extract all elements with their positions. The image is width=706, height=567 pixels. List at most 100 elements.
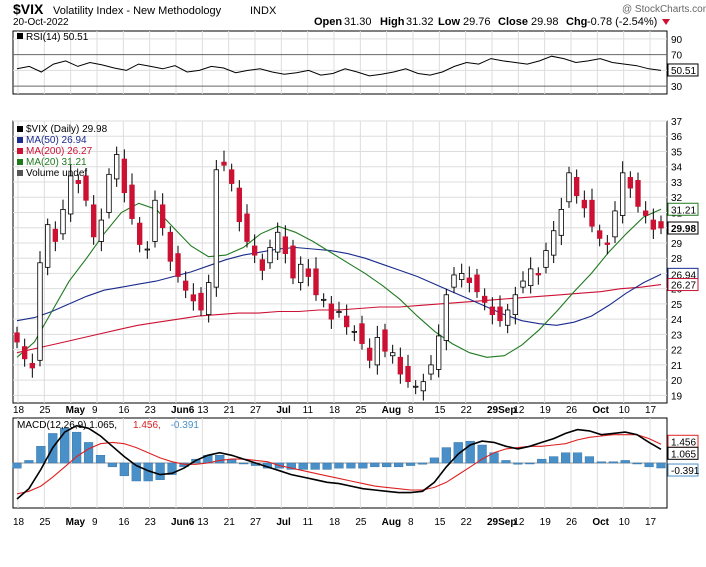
macd-tag-label: -0.391 [671,466,700,477]
macd-hist-bar [382,462,392,468]
candle-body [535,273,542,276]
macd-hist-bar [60,428,70,464]
candle-body [29,362,36,369]
macd-hist-bar [83,442,94,464]
x-tick-label: 11 [303,517,314,528]
candle-body [136,222,143,245]
candle-body [37,262,43,361]
price-frame [12,120,668,404]
price-legend-swatch [17,159,23,165]
x-tick-label: 11 [303,405,314,416]
macd-hist-bar [561,452,571,464]
candle-body [366,347,373,361]
candle-body [228,169,235,184]
candle-body [313,268,319,296]
close-value: 29.98 [531,16,559,28]
candle-body [83,175,89,201]
candle-body [389,352,396,357]
macd-hist-bar [36,446,46,464]
candle-body [650,219,657,230]
x-tick-label: 27 [250,405,262,416]
candle-body [481,295,488,303]
macd-hist-bar [477,444,487,464]
candle-body [159,204,166,229]
candle-body [205,282,212,315]
candle-body [504,309,511,326]
price-tick-label: 34 [671,163,683,174]
x-tick-label: Oct [592,405,609,416]
candle-body [305,268,312,277]
x-tick-label: 15 [434,517,446,528]
candle-body [67,175,74,215]
price-tick-label: 33 [671,178,683,189]
candle-body [236,187,243,223]
candle-body [121,158,128,194]
x-tick-label: 19 [540,405,552,416]
rsi-legend-label: RSI(14) 50.51 [26,32,89,43]
x-tick-label: 27 [250,517,262,528]
change-value: -0.78 (-2.54%) [587,16,657,28]
rsi-legend-swatch [17,33,23,39]
price-tick-label: 21 [671,361,683,372]
macd-tag-label: 1.065 [671,449,696,460]
candle-body [129,184,135,219]
x-tick-label: May [66,517,86,528]
price-tick-label: 37 [671,117,683,128]
candle-body [52,228,59,242]
macd-hist-bar [334,462,344,469]
price-legend-swatch [17,170,23,176]
candle-body [44,224,51,268]
x-tick-label: 22 [461,405,473,416]
candle-body [635,180,641,207]
x-tick-label: 10 [619,405,631,416]
x-tick-label: Aug [382,405,401,416]
candle-body [359,323,365,344]
price-tick-label: 20 [671,376,683,387]
macd-hist-bar [549,456,559,464]
x-tick-label: 16 [118,517,130,528]
x-tick-label: 18 [329,405,341,416]
candle-body [550,230,557,256]
candle-body [466,277,473,283]
macd-hist-bar [346,462,356,469]
price-legend-swatch [17,126,23,132]
watermark: @ StockCharts.com [622,4,706,15]
candle-body [190,294,197,302]
price-tick-label: 35 [671,147,683,158]
candle-body [382,329,388,352]
candle-body [213,169,220,288]
price-legend-label: MA(50) 26.94 [26,135,87,146]
macd-hist-bar [72,431,82,464]
price-tick-label: 22 [671,346,683,357]
candle-body [182,280,189,291]
x-tick-label: 17 [645,517,657,528]
candle-body [512,294,519,315]
macd-hist-bar [572,452,583,464]
x-tick-label: 21 [224,517,236,528]
candle-body [520,280,526,288]
price-tick-label: 36 [671,132,683,143]
x-tick-label: 25 [39,517,51,528]
candle-body [244,213,250,242]
candle-body [75,180,82,184]
macd-hist-bar [441,447,451,464]
candle-body [558,209,565,236]
candle [106,168,112,219]
candle [44,218,51,276]
x-tick-label: 26 [566,405,578,416]
macd-hist-bar [644,462,654,468]
candle-body [489,306,496,315]
rsi-tick-label: 30 [671,82,683,93]
macd-panel: 1.4561.065 -0.391 MACD(12,26,9) 1.065, 1.45… [12,417,700,509]
x-tick-label: 21 [224,405,236,416]
macd-hist-bar [513,462,523,465]
candle-body [435,335,442,370]
x-axis-price: 18 25 May 9 16 23 Jun6 13 21 27 Jul 11 18 25 Aug 8 15 22 2… [13,405,657,416]
price-legend-swatch [17,148,23,154]
candle-body [336,311,342,313]
price-tick-label: 29 [671,239,683,250]
price-tag-label: 31.21 [671,205,696,216]
candle-body [604,242,611,245]
candle [566,166,572,208]
candle-body [658,221,664,229]
